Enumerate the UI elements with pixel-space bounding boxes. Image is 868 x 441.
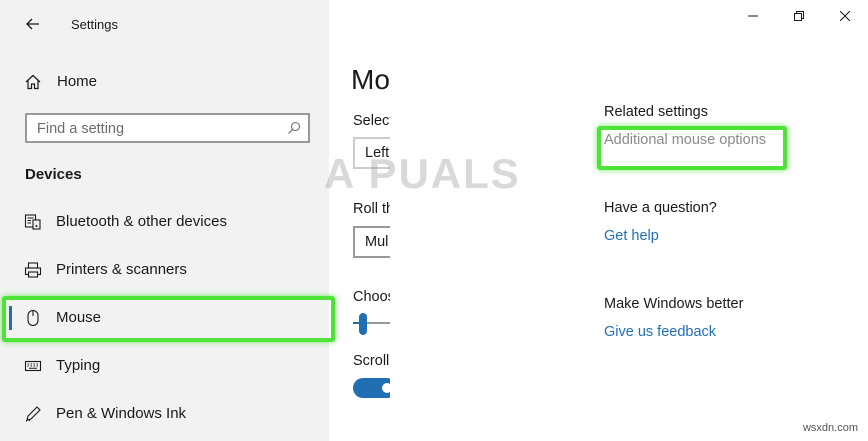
- minimize-button[interactable]: [730, 0, 776, 32]
- make-windows-better-heading: Make Windows better: [604, 296, 744, 312]
- sidebar-item-label: Printers & scanners: [56, 261, 187, 278]
- mouse-icon: [27, 309, 39, 327]
- scroll-lines-slider-thumb[interactable]: [359, 313, 367, 335]
- give-feedback-link[interactable]: Give us feedback: [604, 324, 716, 340]
- minimize-icon: [748, 15, 758, 17]
- get-help-link[interactable]: Get help: [604, 228, 659, 244]
- pen-icon: [25, 406, 41, 422]
- page-title: Mo: [351, 64, 390, 95]
- sidebar-item-printers[interactable]: Printers & scanners: [0, 248, 329, 292]
- corner-watermark: wsxdn.com: [802, 422, 858, 434]
- title-bar: Settings: [0, 0, 329, 48]
- printer-icon: [24, 262, 42, 278]
- additional-mouse-options-link[interactable]: Additional mouse options: [604, 132, 766, 148]
- sidebar-item-bluetooth[interactable]: Bluetooth & other devices: [0, 200, 329, 244]
- back-arrow-icon: [26, 18, 39, 30]
- sidebar-item-mouse[interactable]: Mouse: [0, 296, 329, 340]
- have-a-question-heading: Have a question?: [604, 200, 717, 216]
- search-input[interactable]: Find a setting: [25, 113, 310, 143]
- scroll-wheel-label: Roll th: [353, 201, 390, 217]
- sidebar: Settings Home Find a setting Devices Blu…: [0, 0, 329, 441]
- sidebar-item-home[interactable]: Home: [0, 62, 329, 102]
- back-button[interactable]: [18, 10, 48, 38]
- search-icon: [288, 121, 301, 134]
- search-placeholder: Find a setting: [37, 121, 125, 137]
- sidebar-item-typing[interactable]: Typing: [0, 344, 329, 388]
- restore-button[interactable]: [776, 0, 822, 32]
- sidebar-item-label: Pen & Windows Ink: [56, 405, 187, 422]
- sidebar-item-label: Bluetooth & other devices: [56, 213, 227, 230]
- scroll-lines-label: Choos: [353, 289, 390, 305]
- sidebar-item-label: Mouse: [56, 309, 102, 326]
- sidebar-item-label: Home: [57, 73, 98, 90]
- sidebar-item-pen[interactable]: Pen & Windows Ink: [0, 392, 329, 436]
- window-controls: [730, 0, 868, 32]
- scroll-inactive-label: Scroll: [353, 353, 390, 369]
- close-button[interactable]: [822, 0, 868, 32]
- restore-icon: [794, 11, 804, 21]
- main-content: Mo Select Left Roll th Mul Choos Scroll …: [329, 0, 868, 441]
- related-settings-heading: Related settings: [604, 104, 708, 120]
- close-icon: [840, 11, 850, 21]
- section-header-devices: Devices: [25, 166, 82, 183]
- content-clip-mask: [390, 90, 590, 430]
- primary-button-label: Select: [353, 113, 390, 129]
- dropdown-value: Left: [365, 145, 390, 161]
- bluetooth-devices-icon: [24, 214, 41, 230]
- sidebar-item-label: Typing: [56, 357, 101, 374]
- app-title: Settings: [71, 17, 118, 32]
- settings-window: Settings Home Find a setting Devices Blu…: [0, 0, 868, 441]
- selection-indicator: [9, 306, 12, 330]
- home-icon: [25, 74, 41, 90]
- dropdown-value: Mul: [365, 234, 389, 250]
- keyboard-icon: [24, 360, 42, 372]
